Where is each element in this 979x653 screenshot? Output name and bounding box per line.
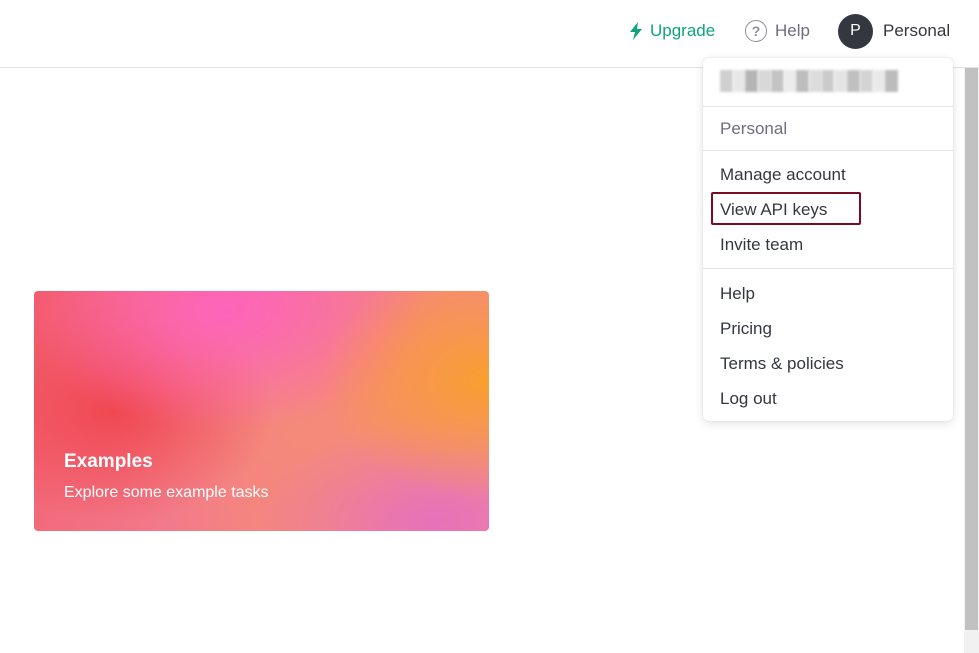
menu-divider	[703, 268, 953, 269]
menu-item-terms-policies[interactable]: Terms & policies	[720, 354, 844, 374]
avatar: P	[838, 13, 873, 49]
card-subtitle: Explore some example tasks	[64, 484, 269, 501]
vertical-scrollbar[interactable]	[964, 68, 979, 653]
menu-divider	[703, 150, 953, 151]
account-label: Personal	[883, 21, 951, 40]
menu-item-invite-team[interactable]: Invite team	[720, 235, 803, 255]
help-label: Help	[775, 21, 810, 40]
menu-item-pricing[interactable]: Pricing	[720, 319, 772, 339]
redacted-email-image	[720, 70, 899, 92]
question-circle-icon: ?	[745, 20, 767, 42]
org-name[interactable]: Personal	[720, 119, 787, 139]
account-dropdown-menu: Personal Manage account View API keys In…	[703, 58, 953, 421]
account-menu-button[interactable]: P Personal	[838, 13, 950, 49]
menu-item-log-out[interactable]: Log out	[720, 389, 777, 409]
upgrade-label: Upgrade	[650, 21, 716, 40]
menu-item-manage-account[interactable]: Manage account	[720, 165, 846, 185]
card-title: Examples	[64, 451, 153, 472]
menu-item-view-api-keys[interactable]: View API keys	[720, 200, 827, 220]
examples-card[interactable]: Examples Explore some example tasks	[34, 291, 489, 531]
upgrade-link[interactable]: Upgrade	[628, 20, 715, 42]
scrollbar-thumb[interactable]	[965, 68, 978, 630]
menu-divider	[703, 106, 953, 107]
help-link[interactable]: ? Help	[745, 19, 810, 43]
menu-item-help[interactable]: Help	[720, 284, 755, 304]
lightning-bolt-icon	[630, 22, 642, 40]
